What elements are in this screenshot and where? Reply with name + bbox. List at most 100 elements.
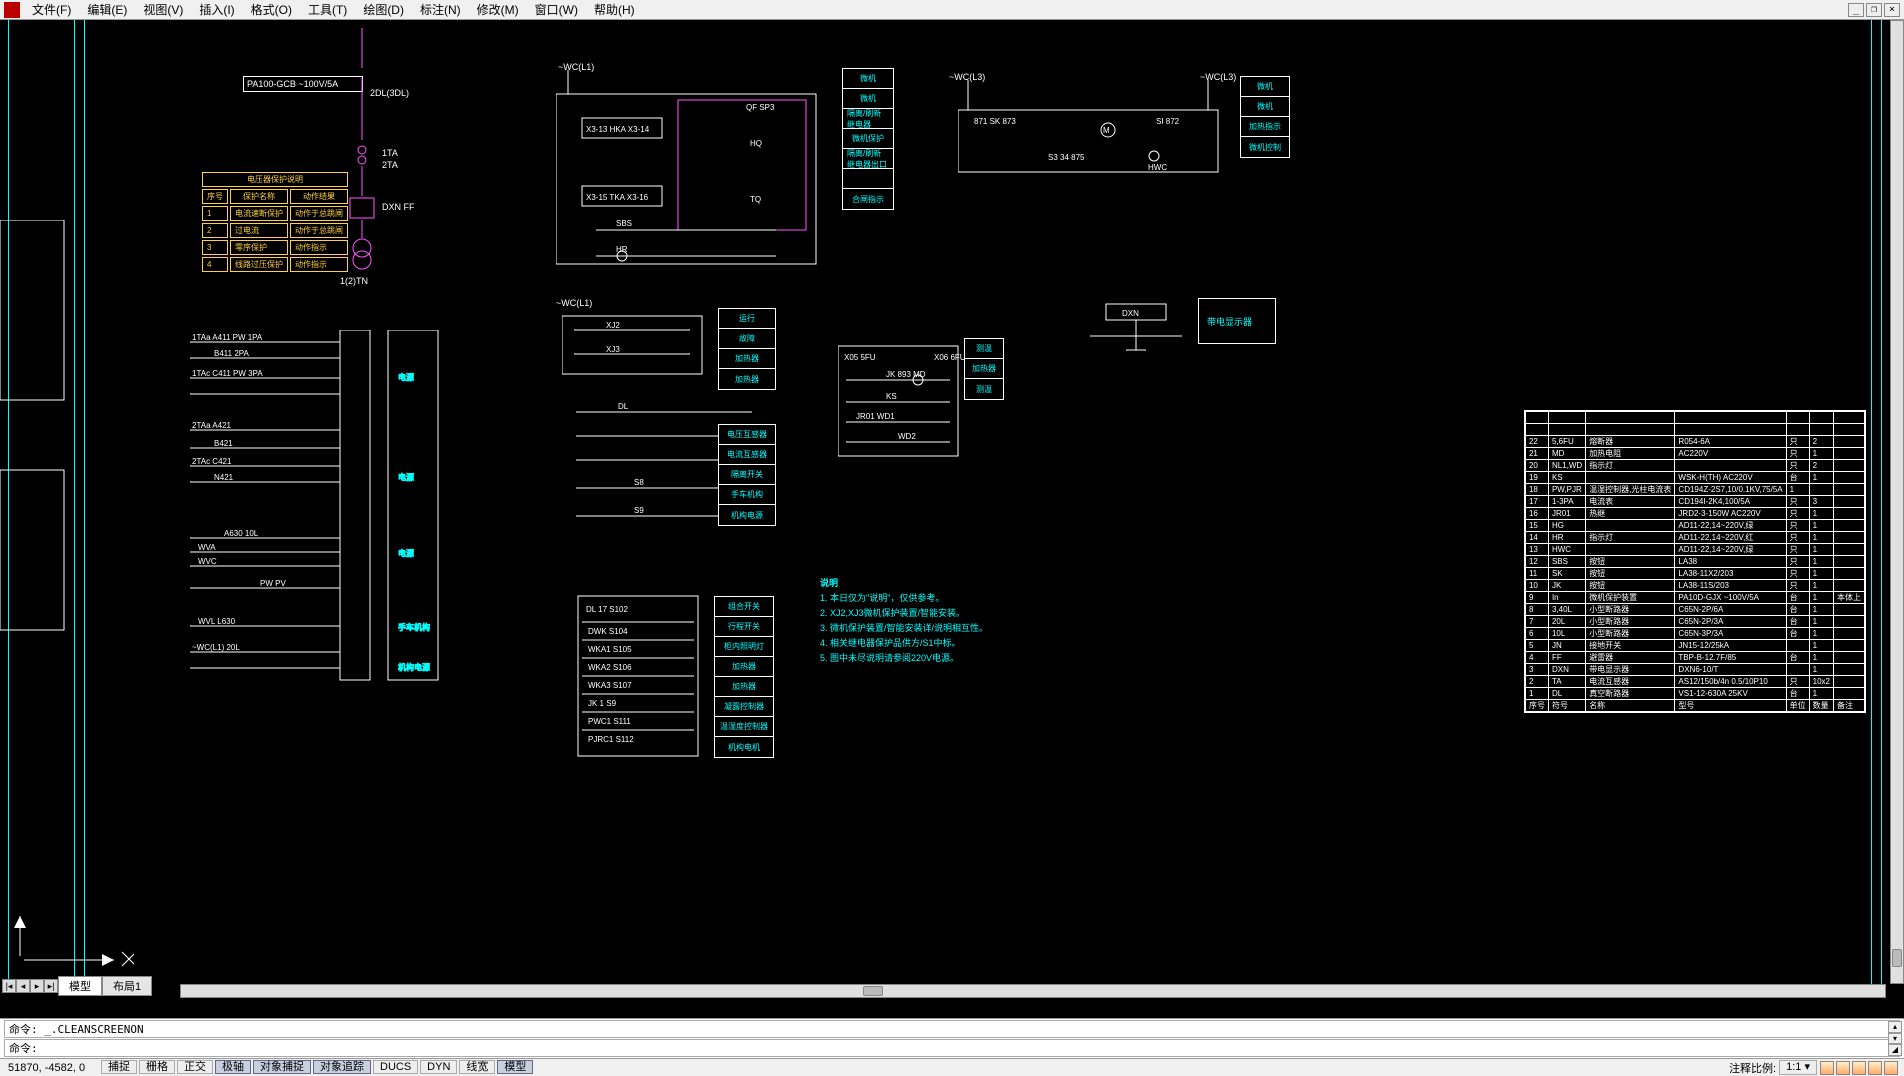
svg-text:1TAc C411 PW 3PA: 1TAc C411 PW 3PA (192, 369, 263, 378)
legend-1: 微机微机隔离/刷新继电器微机保护隔离/刷新继电器出口合闸指示 (842, 68, 894, 210)
dxn-ff-label: DXN FF (382, 202, 415, 212)
svg-text:JR01 WD1: JR01 WD1 (856, 412, 895, 421)
cmd-scroll-up[interactable]: ▴ (1888, 1021, 1902, 1033)
relay-box-label: PA100-GCB ~100V/5A (247, 79, 338, 89)
svg-text:~WC(L1) 20L: ~WC(L1) 20L (192, 643, 240, 652)
svg-text:2TAc C421: 2TAc C421 (192, 457, 232, 466)
command-input[interactable] (45, 1042, 1750, 1055)
wc-l3-label-2: ~WC(L3) (1200, 72, 1236, 82)
svg-text:机构电源: 机构电源 (398, 662, 430, 672)
svg-text:X06 6FU: X06 6FU (934, 353, 966, 362)
menu-item[interactable]: 绘图(D) (355, 1, 412, 18)
svg-text:HR: HR (616, 245, 628, 254)
app-icon (4, 2, 20, 18)
status-toggle[interactable]: 对象捕捉 (253, 1060, 311, 1074)
menu-item[interactable]: 修改(M) (469, 1, 527, 18)
wc-l1-label-2: ~WC(L1) (556, 298, 592, 308)
wc-l1-label: ~WC(L1) (558, 62, 594, 72)
status-toggle[interactable]: 对象追踪 (313, 1060, 371, 1074)
legend-4: 组合开关行程开关柜内照明灯加热器加热器凝露控制器温湿度控制器机构电机 (714, 596, 774, 758)
svg-text:X05 5FU: X05 5FU (844, 353, 876, 362)
workspace-icon[interactable] (1852, 1061, 1866, 1075)
restore-button[interactable]: ❐ (1866, 3, 1882, 17)
menu-item[interactable]: 标注(N) (412, 1, 469, 18)
svg-text:B421: B421 (214, 439, 233, 448)
status-toggle[interactable]: 模型 (497, 1060, 533, 1074)
svg-text:871 SK 873: 871 SK 873 (974, 117, 1016, 126)
cmd-scroll-down[interactable]: ▾ (1888, 1033, 1902, 1045)
legend-2: 微机微机加热指示微机控制 (1240, 76, 1290, 158)
tab-next[interactable]: ▸ (30, 979, 44, 993)
status-toggle[interactable]: 栅格 (139, 1060, 175, 1074)
tab-prev[interactable]: ◂ (16, 979, 30, 993)
menu-item[interactable]: 格式(O) (243, 1, 300, 18)
svg-text:M: M (1103, 126, 1110, 135)
svg-text:WKA3 S107: WKA3 S107 (588, 681, 632, 690)
menu-item[interactable]: 窗口(W) (527, 1, 586, 18)
menu-item[interactable]: 帮助(H) (586, 1, 643, 18)
svg-text:WD2: WD2 (898, 432, 916, 441)
svg-text:WVL L630: WVL L630 (198, 617, 236, 626)
svg-text:XJ3: XJ3 (606, 345, 620, 354)
svg-text:HQ: HQ (750, 139, 762, 148)
anno-visibility-icon[interactable] (1820, 1061, 1834, 1075)
svg-text:电源: 电源 (398, 548, 414, 558)
h-scrollbar[interactable] (180, 984, 1886, 998)
svg-text:手车机构: 手车机构 (398, 622, 430, 632)
bom-table: 225,6FU熔断器R054-6A只221MD加热电阻AC220V只120NL1… (1524, 410, 1866, 713)
status-toggle[interactable]: 线宽 (459, 1060, 495, 1074)
svg-text:S8: S8 (634, 478, 644, 487)
legend-3: 运行故障加热器加热器 (718, 308, 776, 390)
svg-text:X3-13 HKA X3-14: X3-13 HKA X3-14 (586, 125, 650, 134)
tab-model[interactable]: 模型 (58, 976, 102, 996)
wc-l3-label: ~WC(L3) (949, 72, 985, 82)
cmd-history-grip[interactable]: ◢ (1888, 1044, 1902, 1056)
cmd-history: _.CLEANSCREENON (44, 1023, 143, 1036)
annoscale-value[interactable]: 1:1 ▾ (1779, 1060, 1817, 1075)
svg-text:PJRC1 S112: PJRC1 S112 (588, 735, 634, 744)
ta2-label: 2TA (382, 160, 398, 170)
svg-text:DXN: DXN (1122, 309, 1139, 318)
status-bar: 51870, -4582, 0 捕捉栅格正交极轴对象捕捉对象追踪DUCSDYN线… (0, 1058, 1904, 1076)
cleanscreen-icon[interactable] (1884, 1061, 1898, 1075)
svg-text:1TAa A411 PW 1PA: 1TAa A411 PW 1PA (192, 333, 263, 342)
svg-text:S3 34 875: S3 34 875 (1048, 153, 1085, 162)
tab-first[interactable]: |◂ (2, 979, 16, 993)
menu-item[interactable]: 编辑(E) (79, 1, 135, 18)
svg-text:WVA: WVA (198, 543, 216, 552)
status-toggle[interactable]: DUCS (373, 1060, 418, 1074)
svg-text:S9: S9 (634, 506, 644, 515)
menu-item[interactable]: 插入(I) (191, 1, 242, 18)
menu-item[interactable]: 文件(F) (24, 1, 79, 18)
svg-text:WKA2 S106: WKA2 S106 (588, 663, 632, 672)
status-toggle[interactable]: 极轴 (215, 1060, 251, 1074)
menu-bar: 文件(F)编辑(E)视图(V)插入(I)格式(O)工具(T)绘图(D)标注(N)… (0, 0, 1904, 20)
legend-mid: 电压互感器电流互感器隔离开关手车机构机构电源 (718, 424, 776, 526)
svg-text:JK 893 MD: JK 893 MD (886, 370, 926, 379)
svg-text:PWC1 S111: PWC1 S111 (588, 717, 631, 726)
anno-autoscale-icon[interactable] (1836, 1061, 1850, 1075)
svg-text:DL 17 S102: DL 17 S102 (586, 605, 629, 614)
menu-item[interactable]: 工具(T) (300, 1, 355, 18)
status-toggle[interactable]: 捕捉 (101, 1060, 137, 1074)
svg-text:TQ: TQ (750, 195, 761, 204)
status-toggle[interactable]: 正交 (177, 1060, 213, 1074)
toolbar-lock-icon[interactable] (1868, 1061, 1882, 1075)
cmd-label: 命令: (9, 1023, 38, 1036)
menu-item[interactable]: 视图(V) (135, 1, 191, 18)
layout-tabs: |◂ ◂ ▸ ▸| 模型 布局1 (2, 976, 152, 996)
close-button[interactable]: × (1884, 3, 1900, 17)
svg-text:SI 872: SI 872 (1156, 117, 1180, 126)
svg-text:电源: 电源 (398, 372, 414, 382)
svg-text:HWC: HWC (1148, 163, 1167, 172)
svg-text:电源: 电源 (398, 472, 414, 482)
minimize-button[interactable]: _ (1848, 3, 1864, 17)
tab-layout1[interactable]: 布局1 (102, 976, 152, 996)
svg-text:X3-15 TKA X3-16: X3-15 TKA X3-16 (586, 193, 649, 202)
v-scrollbar[interactable] (1890, 20, 1904, 984)
tab-last[interactable]: ▸| (44, 979, 58, 993)
ta1-label: 1TA (382, 148, 398, 158)
cmd-prompt-label: 命令: (5, 1040, 42, 1057)
drawing-canvas[interactable]: PA100-GCB ~100V/5A 2DL(3DL) 1TA 2TA DXN … (0, 20, 1904, 998)
status-toggle[interactable]: DYN (420, 1060, 457, 1074)
